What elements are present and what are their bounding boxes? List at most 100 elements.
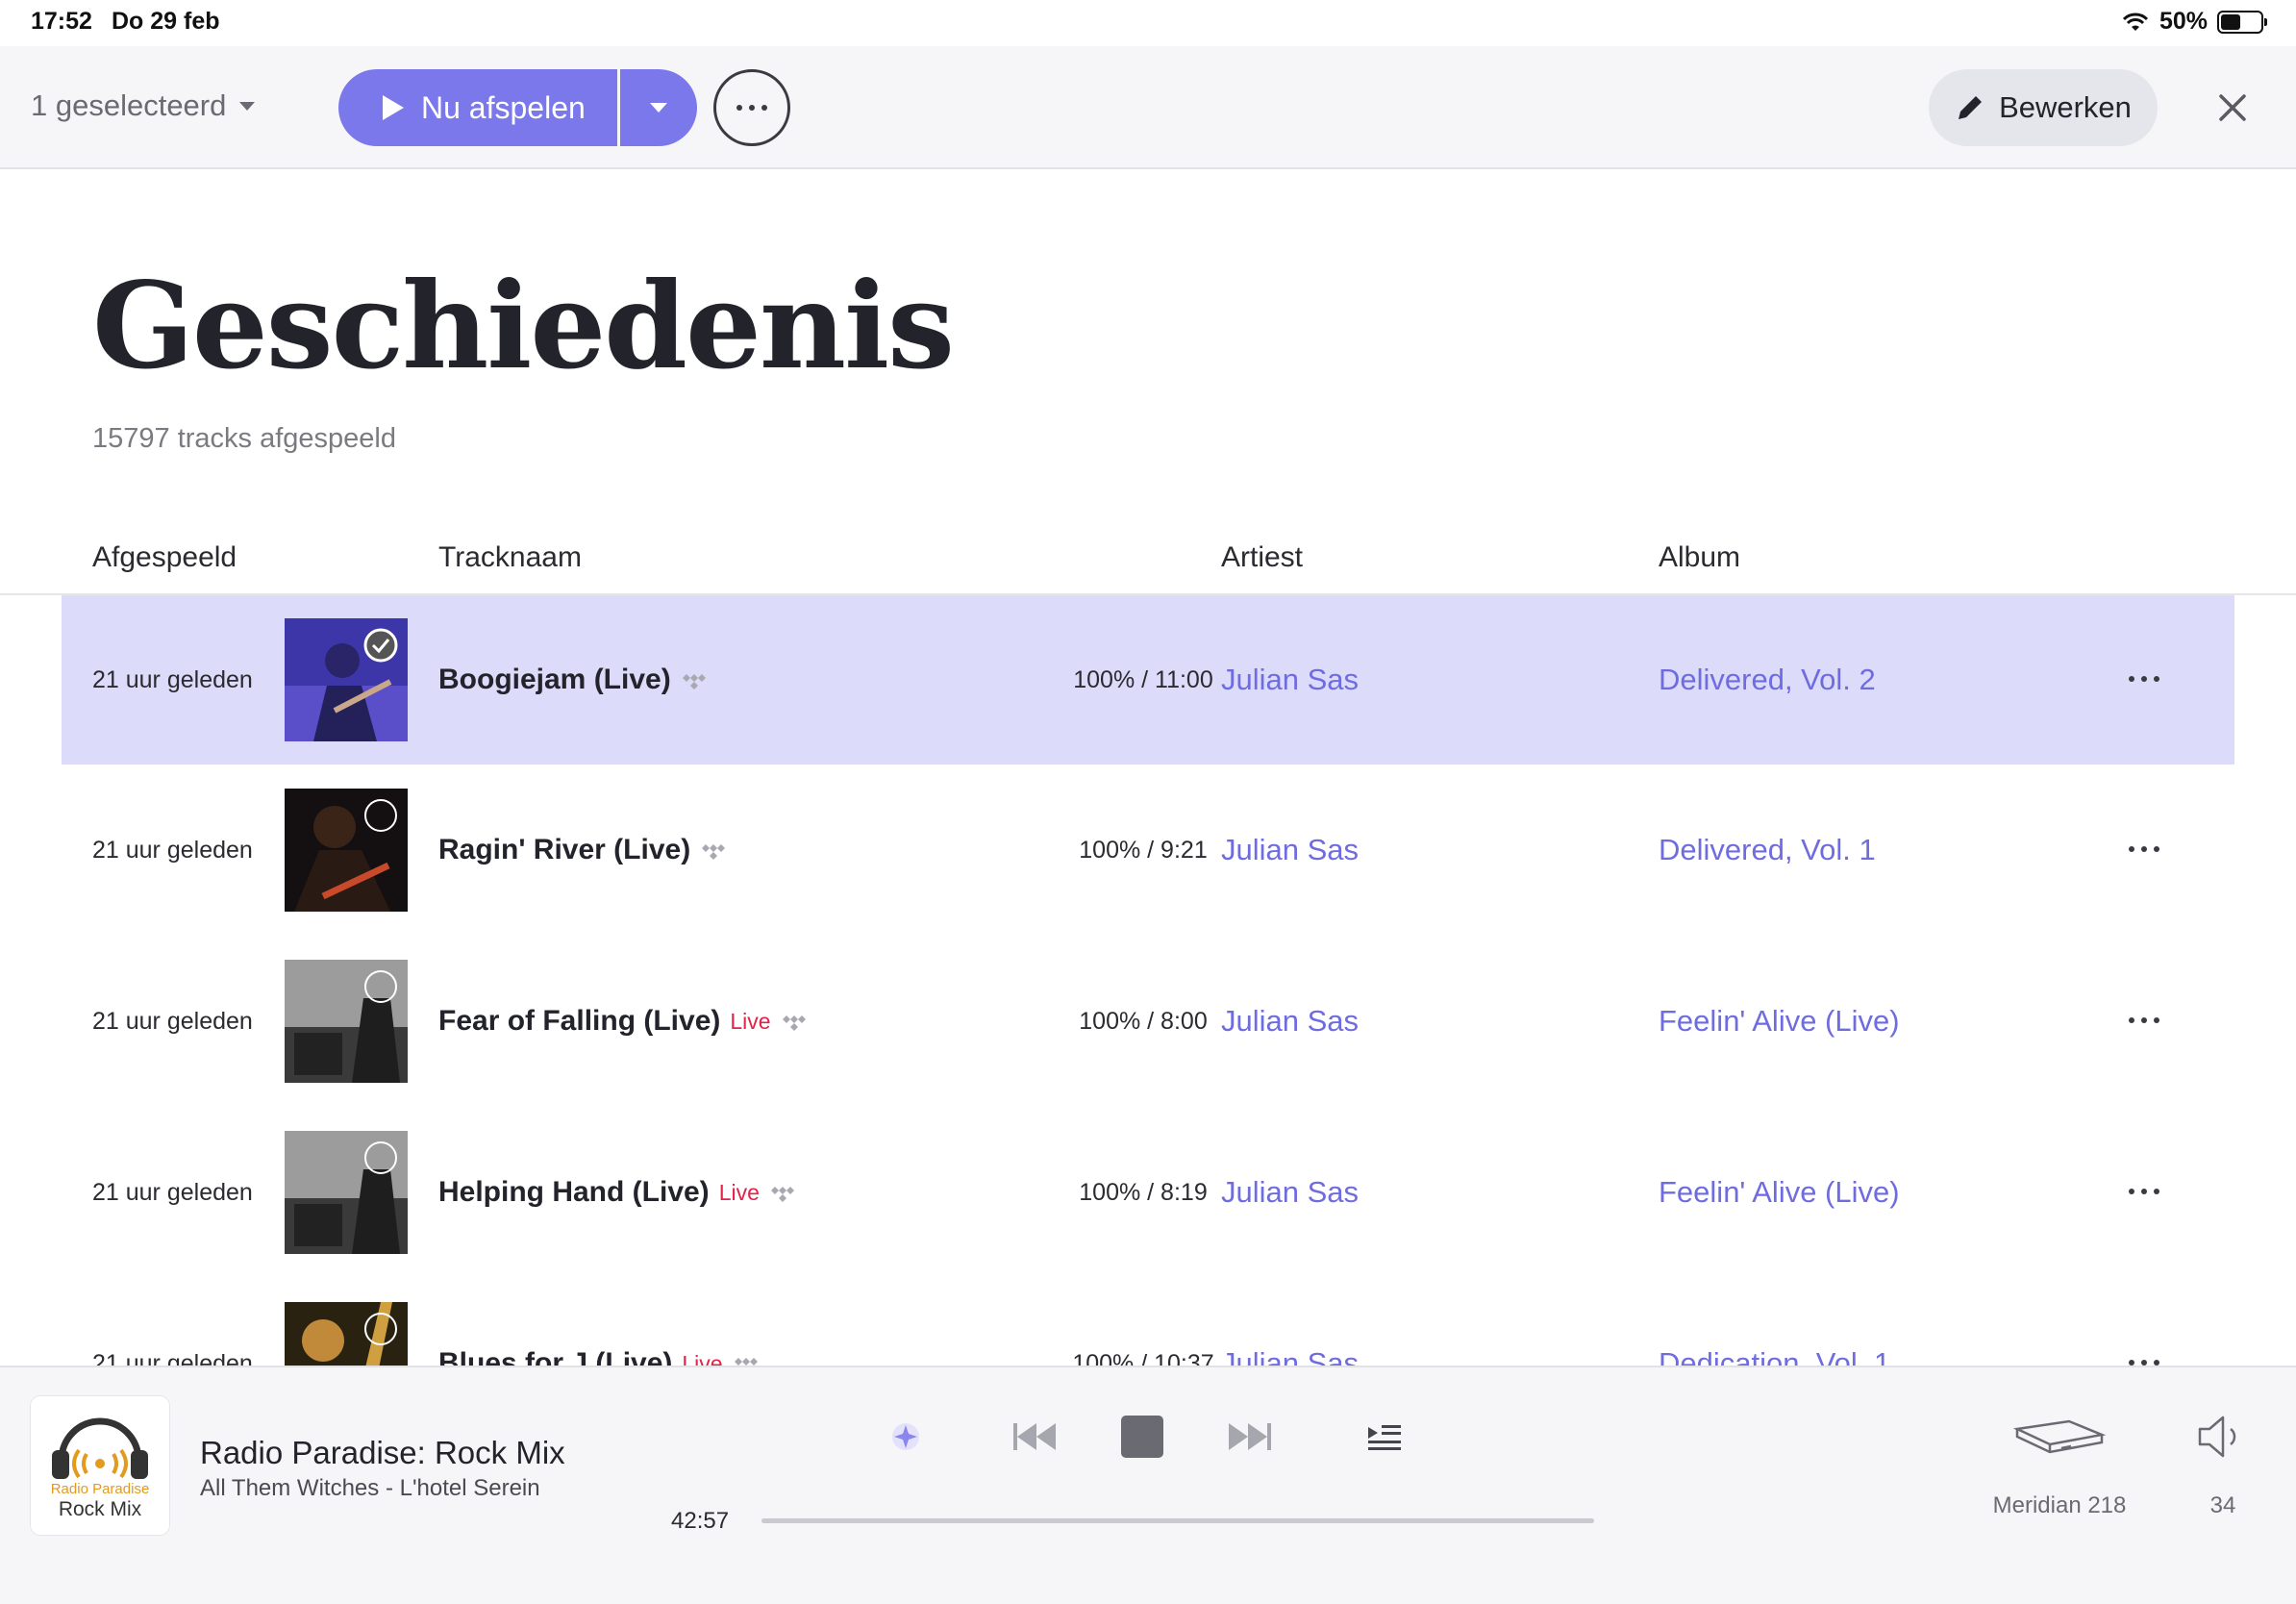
wifi-icon xyxy=(2122,13,2149,31)
chevron-down-icon xyxy=(239,101,256,111)
previous-button[interactable] xyxy=(1010,1414,1060,1460)
headphones-logo-icon xyxy=(52,1417,148,1479)
table-row[interactable]: 21 uur geleden Blues for J (Live) Live 1… xyxy=(62,1279,2234,1366)
played-time: 21 uur geleden xyxy=(92,1179,253,1206)
tidal-icon xyxy=(702,844,726,860)
tidal-icon xyxy=(734,1358,758,1366)
progress-bar[interactable] xyxy=(761,1518,1594,1523)
album-art[interactable] xyxy=(285,789,408,912)
now-playing-title[interactable]: Radio Paradise: Rock Mix xyxy=(200,1435,565,1471)
album-art[interactable] xyxy=(285,1302,408,1366)
album-link[interactable]: Feelin' Alive (Live) xyxy=(1659,937,1900,1106)
live-badge: Live xyxy=(730,1008,771,1034)
track-title: Ragin' River (Live) xyxy=(438,834,691,865)
previous-track-icon xyxy=(1013,1423,1056,1450)
artist-link[interactable]: Julian Sas xyxy=(1221,937,1359,1106)
more-options-button[interactable] xyxy=(713,69,790,146)
column-header-artist[interactable]: Artiest xyxy=(1221,541,1303,574)
album-art[interactable] xyxy=(285,618,408,741)
streamer-device-icon xyxy=(2013,1419,2106,1454)
track-name: Ragin' River (Live) xyxy=(438,765,727,935)
battery-icon xyxy=(2217,10,2267,34)
selection-dropdown[interactable]: 1 geselecteerd xyxy=(31,88,256,123)
volume-level: 34 xyxy=(2209,1492,2236,1518)
zone-device-name[interactable]: Meridian 218 xyxy=(1973,1492,2146,1519)
played-time: 21 uur geleden xyxy=(92,666,253,693)
tidal-icon xyxy=(782,1015,806,1031)
artist-link[interactable]: Julian Sas xyxy=(1221,1108,1359,1277)
now-playing-subtitle: All Them Witches - L'hotel Serein xyxy=(200,1475,540,1501)
station-artwork[interactable]: Radio Paradise Rock Mix xyxy=(31,1396,169,1535)
now-playing-bar: Radio Paradise Rock Mix Radio Paradise: … xyxy=(0,1366,2296,1604)
played-time: 21 uur geleden xyxy=(92,1350,253,1366)
play-options-button[interactable] xyxy=(620,69,697,146)
artist-link[interactable]: Julian Sas xyxy=(1221,595,1359,764)
column-header-track[interactable]: Tracknaam xyxy=(438,541,582,574)
row-more-button[interactable] xyxy=(2129,1017,2159,1023)
track-name: Blues for J (Live) Live xyxy=(438,1279,760,1366)
column-header-album[interactable]: Album xyxy=(1659,541,1740,574)
album-link[interactable]: Feelin' Alive (Live) xyxy=(1659,1108,1900,1277)
stop-button[interactable] xyxy=(1119,1414,1165,1460)
artist-link[interactable]: Julian Sas xyxy=(1221,1279,1359,1366)
track-title: Boogiejam (Live) xyxy=(438,664,671,695)
selection-count: 1 geselecteerd xyxy=(31,88,227,122)
track-name: Boogiejam (Live) xyxy=(438,595,708,764)
selection-toolbar: 1 geselecteerd Nu afspelen Bewerken xyxy=(0,46,2296,169)
volume-button[interactable] xyxy=(2194,1410,2248,1464)
speaker-icon xyxy=(2198,1416,2236,1458)
history-list[interactable]: 21 uur geleden Boogiejam (Live) 100% / 1… xyxy=(0,595,2296,1366)
album-art[interactable] xyxy=(285,960,408,1083)
edit-button[interactable]: Bewerken xyxy=(1929,69,2158,146)
artist-link[interactable]: Julian Sas xyxy=(1221,765,1359,935)
play-now-button[interactable]: Nu afspelen xyxy=(338,69,617,146)
track-name: Fear of Falling (Live) Live xyxy=(438,937,808,1106)
play-now-label: Nu afspelen xyxy=(421,89,586,125)
album-art[interactable] xyxy=(285,1131,408,1254)
more-icon xyxy=(2129,1189,2134,1194)
station-name: Rock Mix xyxy=(58,1498,142,1520)
page-subtitle: 15797 tracks afgespeeld xyxy=(92,423,396,454)
table-row[interactable]: 21 uur geleden Ragin' River (Live) 100% … xyxy=(62,765,2234,935)
queue-button[interactable] xyxy=(1363,1414,1406,1460)
elapsed-time: 42:57 xyxy=(671,1508,730,1534)
tidal-icon xyxy=(682,674,706,689)
album-link[interactable]: Dedication, Vol. 1 xyxy=(1659,1279,1890,1366)
page-title: Geschiedenis xyxy=(92,257,955,396)
station-brand: Radio Paradise xyxy=(50,1481,150,1497)
table-row[interactable]: 21 uur geleden Fear of Falling (Live) Li… xyxy=(62,937,2234,1106)
played-time: 21 uur geleden xyxy=(92,1008,253,1035)
row-more-button[interactable] xyxy=(2129,1189,2159,1194)
more-icon xyxy=(2129,846,2134,852)
pencil-icon xyxy=(1959,96,1983,119)
row-more-button[interactable] xyxy=(2129,846,2159,852)
close-icon[interactable] xyxy=(2211,87,2254,129)
radio-dsp-button[interactable] xyxy=(883,1414,929,1460)
table-row[interactable]: 21 uur geleden Boogiejam (Live) 100% / 1… xyxy=(62,595,2234,764)
track-title: Blues for J (Live) xyxy=(438,1347,673,1366)
tidal-icon xyxy=(770,1187,794,1202)
status-date: Do 29 feb xyxy=(112,8,220,35)
zone-device-button[interactable] xyxy=(2013,1410,2106,1464)
live-badge: Live xyxy=(718,1179,760,1205)
table-row[interactable]: 21 uur geleden Helping Hand (Live) Live … xyxy=(62,1108,2234,1277)
stop-icon xyxy=(1121,1416,1163,1458)
live-badge: Live xyxy=(682,1350,723,1366)
status-right: 50% xyxy=(2121,8,2267,36)
track-name: Helping Hand (Live) Live xyxy=(438,1108,796,1277)
column-header-played[interactable]: Afgespeeld xyxy=(92,541,237,574)
edit-label: Bewerken xyxy=(1999,90,2132,124)
chevron-down-icon xyxy=(650,103,667,113)
played-time: 21 uur geleden xyxy=(92,837,253,864)
play-icon xyxy=(383,95,404,120)
status-bar: 17:52 Do 29 feb 50% xyxy=(0,0,2296,46)
row-more-button[interactable] xyxy=(2129,676,2159,682)
status-time: 17:52 xyxy=(31,8,92,35)
battery-percent: 50% xyxy=(2159,8,2208,35)
album-link[interactable]: Delivered, Vol. 2 xyxy=(1659,595,1876,764)
track-title: Fear of Falling (Live) xyxy=(438,1005,721,1037)
album-link[interactable]: Delivered, Vol. 1 xyxy=(1659,765,1876,935)
more-icon xyxy=(2129,676,2134,682)
next-button[interactable] xyxy=(1225,1414,1275,1460)
queue-icon xyxy=(1368,1425,1401,1450)
